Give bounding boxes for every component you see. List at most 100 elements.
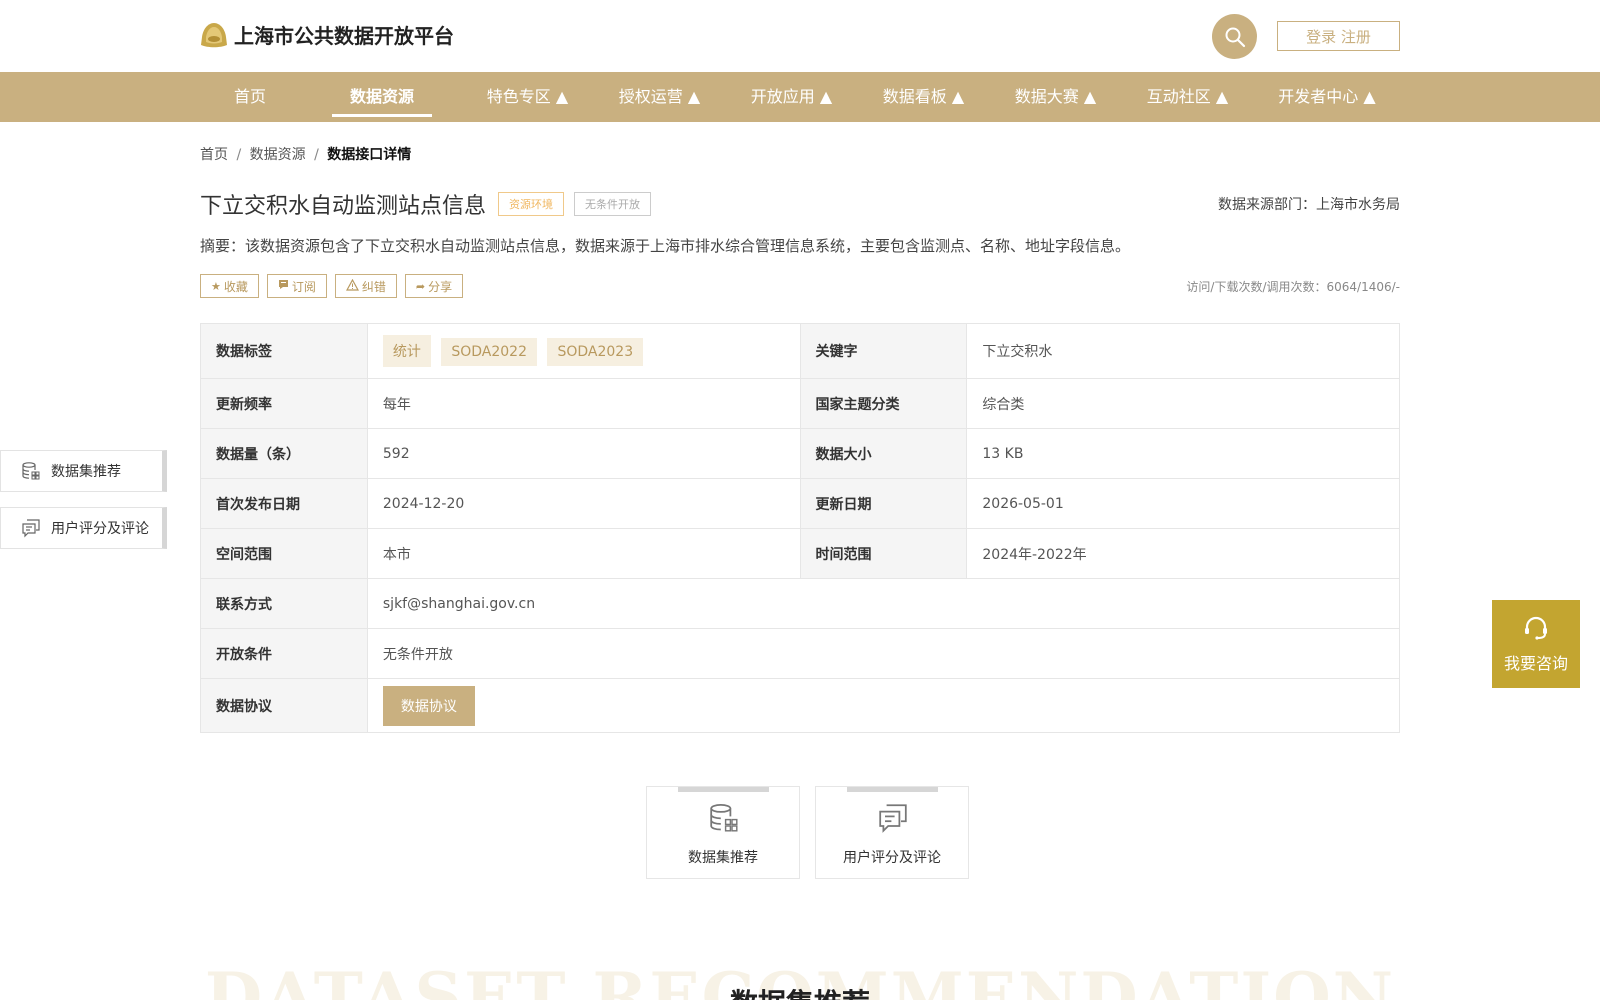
share-button[interactable]: ➦ 分享 — [404, 274, 464, 298]
data-tag[interactable]: SODA2022 — [441, 338, 537, 366]
section-title: 数据集推荐 — [0, 982, 1600, 1000]
first-publish-value: 2024-12-20 — [366, 478, 801, 529]
tab-indicator — [847, 787, 938, 792]
breadcrumb-current: 数据接口详情 — [327, 147, 412, 163]
site-title: 上海市公共数据开放平台 — [234, 24, 454, 48]
login-register-button[interactable]: 登录 注册 — [1277, 21, 1400, 51]
record-count-value: 592 — [366, 428, 801, 479]
table-row: 首次发布日期 2024-12-20 更新日期 2026-05-01 — [200, 478, 1400, 529]
report-error-label: 纠错 — [361, 279, 386, 294]
table-row: 数据量（条） 592 数据大小 13 KB — [200, 428, 1400, 479]
data-tag[interactable]: 统计 — [382, 335, 431, 367]
star-icon: ★ — [211, 279, 221, 293]
contact-value[interactable]: sjkf@shanghai.gov.cn — [366, 578, 1401, 629]
access-counts: 访问/下载次数/调用次数：6064/1406/- — [1186, 280, 1400, 294]
search-button[interactable] — [1212, 14, 1257, 59]
favorite-button[interactable]: ★ 收藏 — [200, 274, 259, 298]
update-frequency-label: 更新频率 — [200, 378, 368, 429]
tags-cell: 统计 SODA2022 SODA2023 — [366, 323, 801, 379]
table-row: 更新频率 每年 国家主题分类 综合类 — [200, 378, 1400, 429]
report-error-button[interactable]: 纠错 — [334, 274, 397, 298]
subscribe-button[interactable]: 订阅 — [266, 274, 327, 298]
open-type-tag: 无条件开放 — [574, 192, 652, 216]
favorite-label: 收藏 — [223, 279, 248, 294]
open-condition-label: 开放条件 — [200, 628, 368, 679]
comment-icon — [877, 802, 909, 834]
consult-button[interactable]: 我要咨询 — [1492, 600, 1580, 688]
update-date-value: 2026-05-01 — [966, 478, 1400, 529]
update-date-label: 更新日期 — [799, 478, 968, 529]
breadcrumb: 首页 / 数据资源 / 数据接口详情 — [200, 144, 411, 164]
table-row: 数据协议 数据协议 — [200, 678, 1401, 733]
bookmark-icon — [278, 279, 289, 293]
database-icon — [21, 461, 41, 481]
dataset-info-table: 数据标签 统计 SODA2022 SODA2023 关键字 下立交积水 更新频率… — [200, 323, 1401, 733]
time-range-label: 时间范围 — [799, 528, 968, 579]
site-logo[interactable]: 上海市公共数据开放平台 — [200, 20, 454, 49]
subscribe-label: 订阅 — [291, 279, 316, 294]
side-tab-recommend[interactable]: 数据集推荐 — [0, 450, 167, 492]
bottom-tab-recommend[interactable]: 数据集推荐 — [646, 786, 800, 879]
tab-indicator — [678, 787, 769, 792]
nav-item-featured[interactable]: 特色专区 ▲ — [470, 72, 585, 122]
breadcrumb-separator: / — [314, 147, 319, 163]
breadcrumb-separator: / — [236, 147, 242, 163]
nav-item-community[interactable]: 互动社区 ▲ — [1130, 72, 1245, 122]
data-size-value: 13 KB — [966, 428, 1400, 479]
update-frequency-value: 每年 — [366, 378, 801, 429]
side-tab-comments-label: 用户评分及评论 — [51, 521, 149, 537]
data-size-label: 数据大小 — [799, 428, 968, 479]
contact-label: 联系方式 — [200, 578, 368, 629]
spatial-scope-label: 空间范围 — [200, 528, 368, 579]
nav-item-dashboard[interactable]: 数据看板 ▲ — [866, 72, 981, 122]
search-icon — [1225, 27, 1245, 47]
breadcrumb-home[interactable]: 首页 — [200, 147, 228, 163]
keyword-value: 下立交积水 — [966, 323, 1400, 379]
share-label: 分享 — [428, 279, 453, 294]
theme-label: 国家主题分类 — [799, 378, 968, 429]
table-row: 数据标签 统计 SODA2022 SODA2023 关键字 下立交积水 — [200, 323, 1400, 379]
protocol-label: 数据协议 — [200, 678, 368, 733]
tags-label: 数据标签 — [200, 323, 368, 379]
dataset-summary: 摘要：该数据资源包含了下立交积水自动监测站点信息，数据来源于上海市排水综合管理信… — [200, 237, 1131, 255]
bottom-tab-recommend-label: 数据集推荐 — [688, 850, 758, 866]
table-row: 空间范围 本市 时间范围 2024年-2022年 — [200, 528, 1400, 579]
nav-item-home[interactable]: 首页 — [228, 72, 272, 122]
headset-icon — [1525, 616, 1547, 640]
source-department: 数据来源部门：上海市水务局 — [1218, 197, 1400, 213]
share-icon: ➦ — [415, 279, 426, 293]
spatial-scope-value: 本市 — [366, 528, 801, 579]
logo-icon — [200, 21, 228, 49]
page-title: 下立交积水自动监测站点信息 — [200, 194, 487, 219]
consult-label: 我要咨询 — [1503, 654, 1568, 673]
theme-value: 综合类 — [966, 378, 1400, 429]
nav-item-data-resources[interactable]: 数据资源 — [332, 72, 432, 122]
bottom-tab-comments-label: 用户评分及评论 — [843, 850, 941, 866]
keyword-label: 关键字 — [799, 323, 968, 379]
nav-item-developer[interactable]: 开发者中心 ▲ — [1262, 72, 1392, 122]
title-row: 下立交积水自动监测站点信息 资源环境 无条件开放 — [200, 188, 652, 220]
data-protocol-button[interactable]: 数据协议 — [382, 685, 475, 726]
time-range-value: 2024年-2022年 — [966, 528, 1400, 579]
record-count-label: 数据量（条） — [200, 428, 368, 479]
side-tab-comments[interactable]: 用户评分及评论 — [0, 507, 167, 549]
protocol-cell: 数据协议 — [366, 678, 1401, 733]
comment-icon — [21, 518, 41, 538]
action-bar: ★ 收藏 订阅 纠错 ➦ 分享 — [200, 274, 471, 298]
warning-icon — [345, 278, 359, 294]
main-nav: 首页 数据资源 特色专区 ▲ 授权运营 ▲ 开放应用 ▲ 数据看板 ▲ 数据大赛… — [0, 72, 1600, 122]
open-condition-value: 无条件开放 — [366, 628, 1401, 679]
bottom-tab-comments[interactable]: 用户评分及评论 — [815, 786, 969, 879]
nav-item-open-apps[interactable]: 开放应用 ▲ — [734, 72, 849, 122]
data-tag[interactable]: SODA2023 — [547, 338, 644, 366]
table-row: 开放条件 无条件开放 — [200, 628, 1401, 679]
header: 上海市公共数据开放平台 登录 注册 — [0, 0, 1600, 72]
nav-item-authorized-ops[interactable]: 授权运营 ▲ — [602, 72, 717, 122]
table-row: 联系方式 sjkf@shanghai.gov.cn — [200, 578, 1401, 629]
breadcrumb-section[interactable]: 数据资源 — [250, 147, 306, 163]
first-publish-label: 首次发布日期 — [200, 478, 368, 529]
side-tab-recommend-label: 数据集推荐 — [51, 464, 121, 480]
nav-item-competition[interactable]: 数据大赛 ▲ — [998, 72, 1113, 122]
database-icon — [708, 802, 740, 834]
category-tag: 资源环境 — [498, 192, 565, 216]
